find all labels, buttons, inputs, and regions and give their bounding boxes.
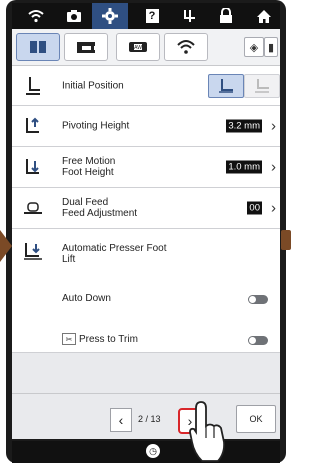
setting-initial-position: Initial Position <box>12 66 280 106</box>
pointing-hand-icon <box>184 398 228 463</box>
tab-machine-settings[interactable] <box>16 33 60 61</box>
settings-category-tabs: AW ◈ ▮ <box>12 29 280 66</box>
free-motion-foot-icon <box>22 156 44 178</box>
book-icon <box>30 41 46 53</box>
dual-feed-label: Dual Feed Feed Adjustment <box>62 197 137 219</box>
scissors-icon: ✂ <box>62 333 76 345</box>
gear-icon[interactable] <box>92 3 128 29</box>
pivot-height-icon <box>22 115 44 137</box>
auto-down-label: Auto Down <box>62 293 111 304</box>
bottom-navigation: ‹ 2 / 13 › OK <box>12 393 280 439</box>
auto-lift-label-line1: Automatic Presser Foot <box>62 243 167 254</box>
camera-icon[interactable] <box>56 3 92 29</box>
auto-down-toggle[interactable] <box>248 295 268 304</box>
previous-page-button[interactable]: ‹ <box>110 408 132 432</box>
foot-up-icon <box>255 79 269 93</box>
free-motion-foot-height-value: 1.0 mm <box>226 160 262 174</box>
chevron-right-icon: › <box>271 199 276 217</box>
auto-lift-label-line2: Lift <box>62 254 76 265</box>
dual-feed-label-line2: Feed Adjustment <box>62 208 138 219</box>
pivoting-height-value: 3.2 mm <box>226 119 262 133</box>
setting-pivoting-height[interactable]: Pivoting Height 3.2 mm › <box>12 106 280 147</box>
setting-automatic-presser-foot-lift: Automatic Presser Foot Lift Auto Down ✂ … <box>12 229 280 353</box>
dual-feed-value: 00 <box>247 201 262 215</box>
embroidery-icon: AW <box>129 42 147 52</box>
chevron-left-icon: ‹ <box>118 412 124 428</box>
ok-button[interactable]: OK <box>236 405 276 433</box>
press-to-trim-toggle[interactable] <box>248 336 268 345</box>
callout-marker-right <box>281 230 291 250</box>
svg-text:AW: AW <box>134 45 142 51</box>
home-bar: ◷ <box>12 441 280 463</box>
free-motion-label-line1: Free Motion <box>62 156 116 167</box>
presser-foot-position-icon <box>22 75 44 97</box>
presser-foot-icon[interactable] <box>172 3 208 29</box>
top-toolbar: ? <box>12 3 280 29</box>
free-motion-label-line2: Foot Height <box>62 167 114 178</box>
auto-presser-foot-lift-label: Automatic Presser Foot Lift <box>62 243 166 265</box>
wifi-icon[interactable] <box>18 3 54 29</box>
settings-screen: AW ◈ ▮ Initial Position Pivoting Height … <box>12 29 280 439</box>
help-icon[interactable]: ? <box>134 3 170 29</box>
sewing-machine-icon <box>77 42 95 53</box>
auto-presser-foot-icon <box>22 241 44 263</box>
lock-icon[interactable] <box>208 3 244 29</box>
clock-icon[interactable]: ◷ <box>146 444 160 458</box>
setting-free-motion-foot-height[interactable]: Free Motion Foot Height 1.0 mm › <box>12 147 280 188</box>
initial-position-up-button[interactable] <box>244 74 280 98</box>
tab-embroidery-settings[interactable]: AW <box>116 33 160 61</box>
foot-down-icon <box>219 79 233 93</box>
setting-dual-feed-adjustment[interactable]: Dual Feed Feed Adjustment 00 › <box>12 188 280 229</box>
eraser-icon[interactable]: ◈ <box>244 37 264 57</box>
free-motion-foot-height-label: Free Motion Foot Height <box>62 156 115 178</box>
page-indicator: 2 / 13 <box>138 414 161 424</box>
tab-sewing-settings[interactable] <box>64 33 108 61</box>
tab-network-settings[interactable] <box>164 33 208 61</box>
pivoting-height-label: Pivoting Height <box>62 120 130 132</box>
dual-feed-icon <box>22 197 44 219</box>
list-empty-area <box>12 353 280 393</box>
initial-position-label: Initial Position <box>62 80 124 91</box>
chevron-right-icon: › <box>271 117 276 135</box>
chevron-right-icon: › <box>271 158 276 176</box>
initial-position-down-button[interactable] <box>208 74 244 98</box>
manual-icon[interactable]: ▮ <box>264 37 278 57</box>
press-to-trim-label: Press to Trim <box>79 334 138 345</box>
dual-feed-label-line1: Dual Feed <box>62 197 109 208</box>
home-icon[interactable] <box>246 3 282 29</box>
wifi-icon <box>177 40 195 54</box>
